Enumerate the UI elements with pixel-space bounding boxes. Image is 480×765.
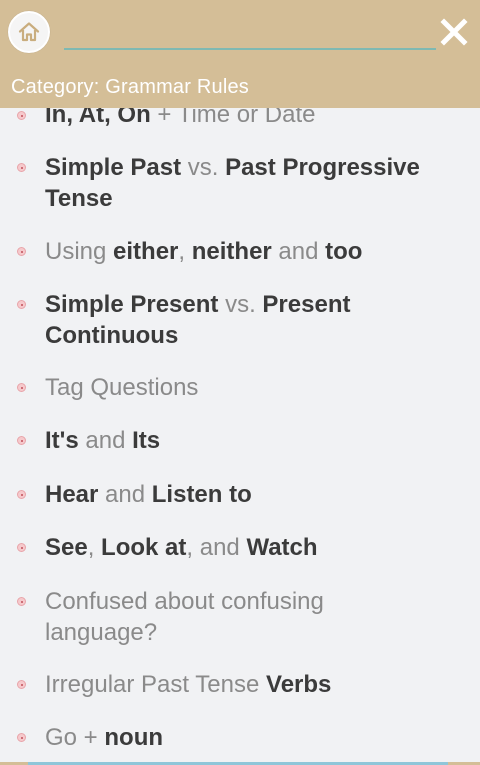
list-item-label: Simple Past vs. Past Progressive Tense [45,152,465,214]
search-input[interactable] [64,16,440,50]
list-item-text: , [178,238,192,265]
list-item-label: Simple Present vs. Present Continuous [45,289,465,351]
list-item-text: , [87,534,102,561]
list-item-text: vs. [181,154,226,181]
list-item-label: See, Look at, and Watch [45,532,465,563]
bullet-icon [17,111,26,120]
close-button[interactable] [436,14,472,50]
list-item-text: , and [186,534,247,561]
list-item-keyword: either [113,238,179,265]
list-item-keyword: Watch [246,534,318,561]
list-item-text: Confused about confusing language? [45,588,324,646]
list-item-label: Tag Questions [45,372,465,403]
list-item-label: Irregular Past Tense Verbs [45,669,465,700]
bullet-icon [17,436,26,445]
bullet-icon [17,733,26,742]
bullet-icon [17,543,26,552]
list-item-keyword: too [325,238,363,265]
app-header: Category: Grammar Rules [0,0,480,108]
bullet-icon [17,300,26,309]
list-item-keyword: noun [104,724,164,751]
bullet-icon [17,597,26,606]
list-item-label: Using either, neither and too [45,236,465,267]
list-item-keyword: Hear [45,481,99,508]
list-item-keyword: Its [132,427,161,454]
bullet-icon [17,247,26,256]
bullet-icon [17,680,26,689]
list-item-text: vs. [218,291,263,318]
list-item-text: and [271,238,326,265]
app-screen: In, At, On + Time or Date Simple Past vs… [0,0,480,765]
list-item-label: Hear and Listen to [45,479,465,510]
list-item-text: + [77,724,105,751]
bullet-icon [17,163,26,172]
list-item-keyword: It's [45,427,79,454]
home-icon [18,22,40,42]
category-label: Category: Grammar Rules [11,76,249,98]
list-item-label: It's and Its [45,425,465,456]
home-button[interactable] [8,11,50,53]
bullet-icon [17,490,26,499]
list-item-keyword: neither [191,238,272,265]
list-item-label: Confused about confusing language? [45,586,375,648]
list-item-text: and [78,427,133,454]
list-item-label: Go + noun [45,722,465,753]
list-item-keyword: Verbs [266,671,332,698]
list-item-text: Using [45,238,114,265]
close-icon [440,18,468,46]
list-item-keyword: Simple Present [45,291,219,318]
list-item-keyword: Listen to [151,481,252,508]
bullet-icon [17,383,26,392]
list-item-keyword: See [45,534,88,561]
list-item-text: Tag Questions [45,374,199,401]
list-item-text: Irregular Past Tense [45,671,267,698]
list-item-keyword: Simple Past [45,154,182,181]
list-item-text: and [98,481,152,508]
search-underline [64,48,436,50]
list-item-keyword: Look at [101,534,187,561]
list-item-text: Go [45,724,78,751]
